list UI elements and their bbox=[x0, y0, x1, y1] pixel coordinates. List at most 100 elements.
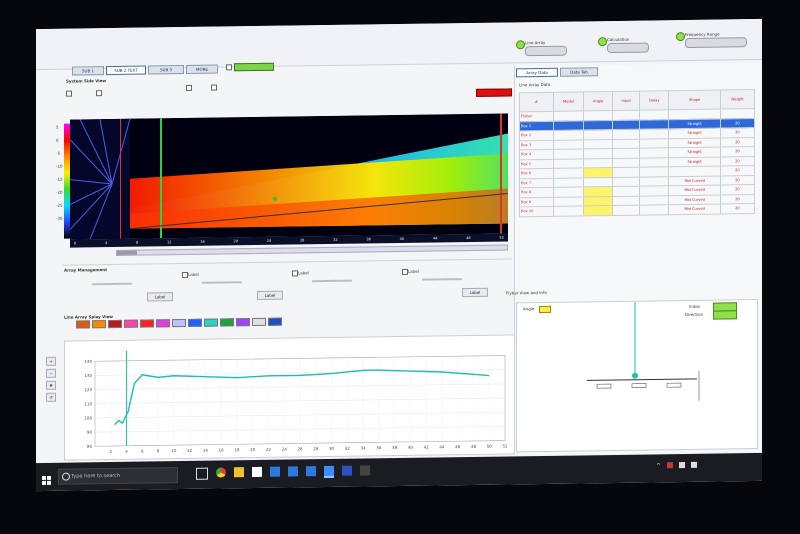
color-swatch[interactable] bbox=[140, 319, 154, 328]
cell-weight: 20 bbox=[720, 203, 755, 214]
color-swatch[interactable] bbox=[268, 317, 282, 326]
color-swatch[interactable] bbox=[188, 318, 202, 327]
zoom-in-icon[interactable]: + bbox=[46, 356, 56, 366]
spl-chart-panel: 140 130 120 110 100 90 80 2 4 6 8 10 12 14 16 18 20 22 24 2… bbox=[64, 334, 516, 461]
task-view-icon[interactable] bbox=[196, 467, 208, 480]
status-pill bbox=[607, 42, 649, 54]
x-tick-label: 26 bbox=[297, 446, 303, 451]
cell-delay[interactable] bbox=[639, 128, 669, 139]
cell-delay[interactable] bbox=[639, 109, 669, 120]
cell-angle[interactable] bbox=[583, 110, 613, 121]
cell-delay[interactable] bbox=[639, 157, 669, 168]
cell-angle[interactable] bbox=[583, 177, 613, 187]
col-header: # bbox=[519, 92, 554, 112]
red-indicator bbox=[476, 88, 512, 97]
cell-delay[interactable] bbox=[639, 138, 669, 149]
option-checkbox[interactable] bbox=[186, 84, 192, 91]
cell-delay[interactable] bbox=[639, 147, 669, 158]
horizontal-scrollbar[interactable] bbox=[116, 244, 508, 256]
cell-input bbox=[612, 157, 640, 168]
cell-delay[interactable] bbox=[639, 176, 669, 187]
x-tick-label: 2 bbox=[109, 449, 112, 454]
toolbar-checkbox[interactable] bbox=[226, 64, 232, 71]
cell-angle[interactable] bbox=[583, 158, 613, 168]
cell-angle[interactable] bbox=[583, 129, 613, 140]
store-icon[interactable] bbox=[252, 466, 262, 478]
array-button-2[interactable]: Label bbox=[257, 290, 283, 300]
array-field[interactable] bbox=[222, 281, 242, 284]
array-field[interactable] bbox=[92, 283, 112, 286]
cell-delay[interactable] bbox=[639, 195, 669, 206]
cell-weight: 20 bbox=[720, 184, 755, 195]
zoom-out-icon[interactable]: − bbox=[46, 368, 56, 378]
flybar-drawing bbox=[587, 301, 700, 401]
side-view-heatmap[interactable] bbox=[70, 113, 508, 240]
color-swatch[interactable] bbox=[172, 318, 186, 328]
tab-2[interactable]: SUB 2 TEXT bbox=[106, 65, 146, 76]
array-field[interactable] bbox=[112, 282, 132, 286]
app-icon[interactable] bbox=[360, 465, 370, 476]
cell-shape[interactable]: Mid Curved bbox=[668, 204, 721, 215]
cell-delay[interactable] bbox=[639, 166, 669, 177]
cell-angle[interactable] bbox=[583, 205, 613, 216]
option-checkbox[interactable] bbox=[66, 90, 72, 97]
tab-data-tab[interactable]: Data Tab bbox=[560, 67, 598, 77]
cell-id: Box 4 bbox=[519, 149, 554, 160]
cell-delay[interactable] bbox=[639, 204, 669, 215]
app-icon[interactable] bbox=[288, 466, 298, 477]
array-button-3[interactable]: Label bbox=[462, 287, 488, 298]
folder-icon[interactable] bbox=[234, 467, 244, 478]
color-swatch[interactable] bbox=[108, 319, 122, 329]
cell-weight: 20 bbox=[720, 118, 755, 129]
cell-model bbox=[553, 186, 584, 197]
x-tick-label: 48 bbox=[471, 444, 477, 449]
option-checkbox[interactable] bbox=[96, 90, 102, 97]
color-swatch[interactable] bbox=[204, 318, 218, 327]
cell-delay[interactable] bbox=[639, 119, 669, 130]
cell-weight: 20 bbox=[720, 156, 755, 167]
cell-delay[interactable] bbox=[639, 185, 669, 196]
color-swatch[interactable] bbox=[76, 320, 90, 329]
app-icon[interactable] bbox=[270, 466, 280, 477]
cell-angle[interactable] bbox=[583, 186, 613, 197]
cell-angle[interactable] bbox=[583, 196, 613, 206]
volume-icon[interactable] bbox=[691, 461, 698, 468]
array-field[interactable] bbox=[202, 281, 222, 284]
cell-angle[interactable] bbox=[583, 120, 613, 130]
array-field[interactable] bbox=[422, 278, 442, 281]
search-box[interactable]: Type here to search bbox=[58, 467, 178, 485]
chevron-up-icon[interactable]: ^ bbox=[656, 462, 661, 469]
option-checkbox[interactable] bbox=[211, 84, 217, 91]
chrome-icon[interactable] bbox=[216, 467, 226, 478]
cell-angle[interactable] bbox=[583, 148, 613, 159]
app-icon[interactable] bbox=[342, 465, 352, 476]
tab-array-data[interactable]: Array Data bbox=[516, 67, 558, 78]
array-field[interactable] bbox=[442, 278, 462, 281]
tray-icon[interactable] bbox=[667, 462, 674, 469]
tab-3[interactable]: SUB 3 bbox=[148, 65, 184, 75]
tab-1[interactable]: SUB 1 bbox=[72, 66, 104, 76]
heatmap-svg bbox=[70, 113, 508, 240]
active-app-icon[interactable] bbox=[324, 465, 334, 479]
array-field[interactable] bbox=[312, 279, 332, 283]
pan-icon[interactable]: ✥ bbox=[46, 380, 56, 390]
cell-model bbox=[553, 167, 584, 178]
windows-start-icon[interactable] bbox=[42, 471, 52, 485]
array-button-1[interactable]: Label bbox=[147, 292, 173, 302]
cell-model bbox=[553, 129, 584, 140]
color-swatch[interactable] bbox=[252, 317, 266, 327]
network-icon[interactable] bbox=[679, 462, 686, 469]
color-swatch[interactable] bbox=[124, 319, 138, 328]
app-icon[interactable] bbox=[306, 466, 316, 477]
color-swatch[interactable] bbox=[236, 318, 250, 327]
color-swatch[interactable] bbox=[156, 319, 170, 328]
tab-4[interactable]: MORE bbox=[186, 64, 218, 74]
color-swatch[interactable] bbox=[92, 320, 106, 329]
array-field[interactable] bbox=[332, 279, 352, 282]
color-swatch[interactable] bbox=[220, 318, 234, 327]
scroll-thumb[interactable] bbox=[117, 250, 137, 255]
cell-angle[interactable] bbox=[583, 139, 613, 149]
x-tick-label: 12 bbox=[187, 448, 193, 453]
cell-angle[interactable] bbox=[583, 167, 613, 178]
reset-icon[interactable]: ↺ bbox=[46, 392, 56, 402]
